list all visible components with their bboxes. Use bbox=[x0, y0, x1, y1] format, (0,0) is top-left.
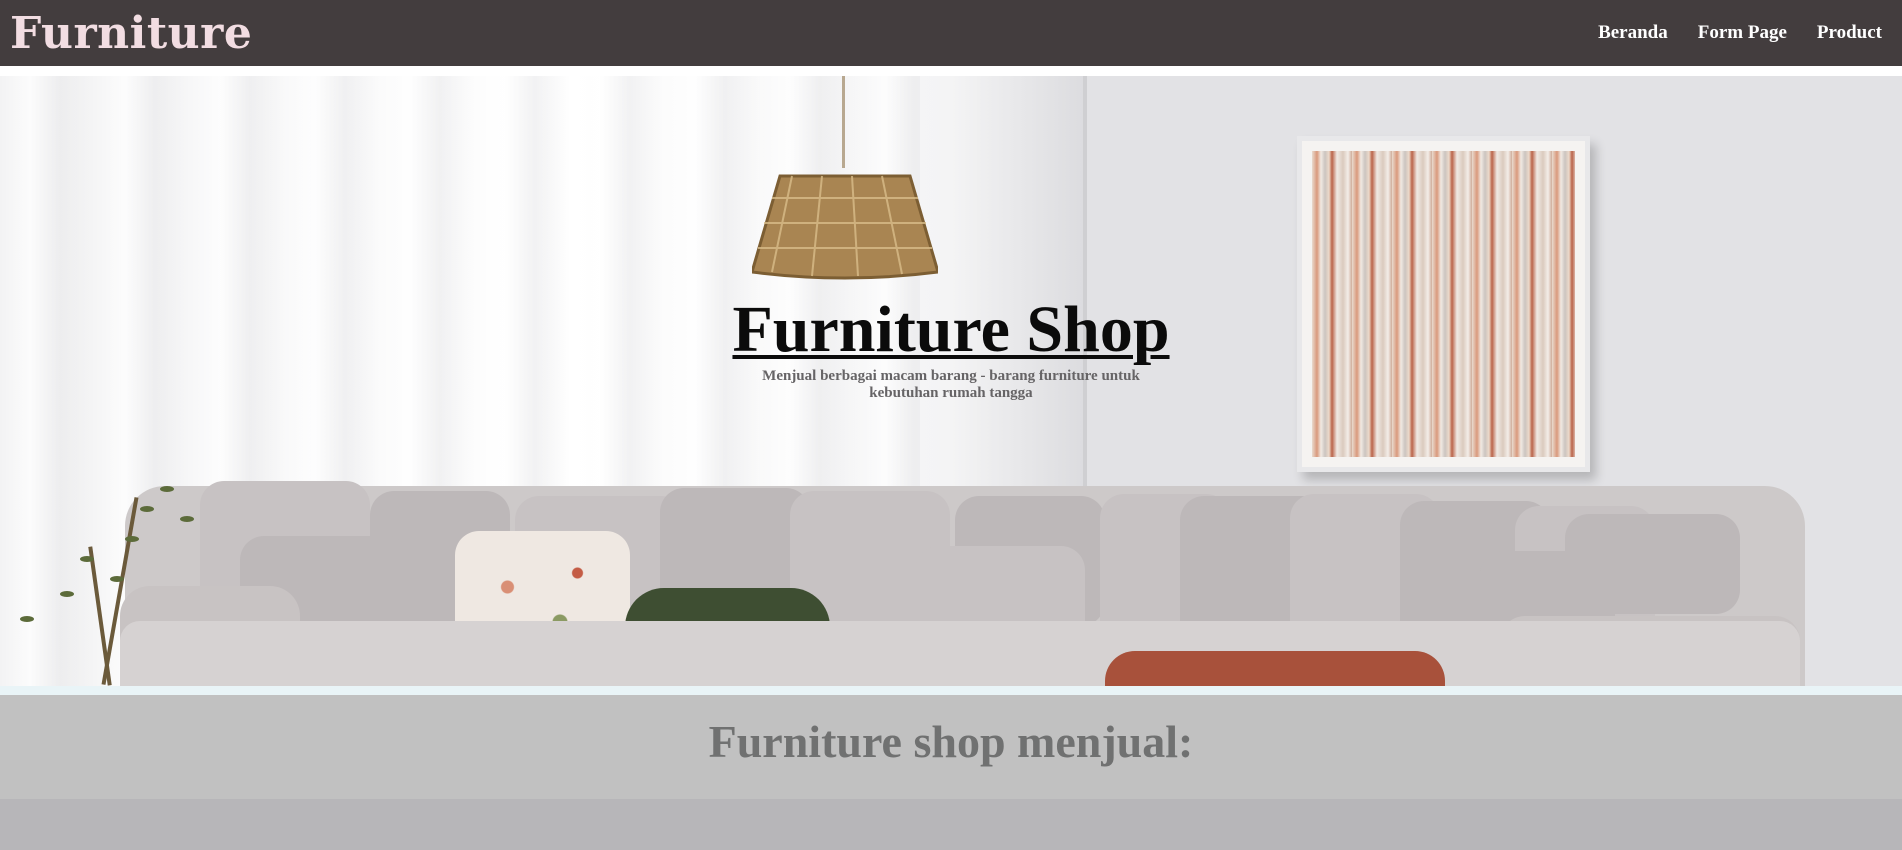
hero-title: Furniture Shop bbox=[732, 293, 1170, 366]
leaf bbox=[180, 516, 194, 522]
leaf bbox=[80, 556, 94, 562]
leaf bbox=[140, 506, 154, 512]
hero-content: Furniture Shop Menjual berbagai macam ba… bbox=[0, 294, 1902, 402]
nav-link-product[interactable]: Product bbox=[1817, 21, 1882, 45]
hero-divider bbox=[0, 686, 1902, 695]
leaf bbox=[60, 591, 74, 597]
brand-logo[interactable]: Furniture bbox=[10, 8, 252, 60]
section-title: Furniture shop menjual: bbox=[708, 716, 1194, 767]
hero-banner: Furniture Shop Menjual berbagai macam ba… bbox=[0, 76, 1902, 686]
sofa-seat bbox=[120, 621, 1800, 686]
leaf bbox=[160, 486, 174, 492]
pendant-lamp bbox=[752, 174, 938, 280]
leaf bbox=[110, 576, 124, 582]
nav-menu: Beranda Form Page Product bbox=[1598, 21, 1882, 45]
lamp-cord bbox=[842, 76, 845, 168]
section-content-area bbox=[0, 799, 1902, 850]
leaf bbox=[125, 536, 139, 542]
nav-link-beranda[interactable]: Beranda bbox=[1598, 21, 1668, 45]
navbar: Furniture Beranda Form Page Product bbox=[0, 0, 1902, 66]
hero-subtitle: Menjual berbagai macam barang - barang f… bbox=[762, 368, 1140, 401]
leaf bbox=[20, 616, 34, 622]
nav-link-form-page[interactable]: Form Page bbox=[1698, 21, 1787, 45]
throw-blanket bbox=[1105, 651, 1445, 686]
